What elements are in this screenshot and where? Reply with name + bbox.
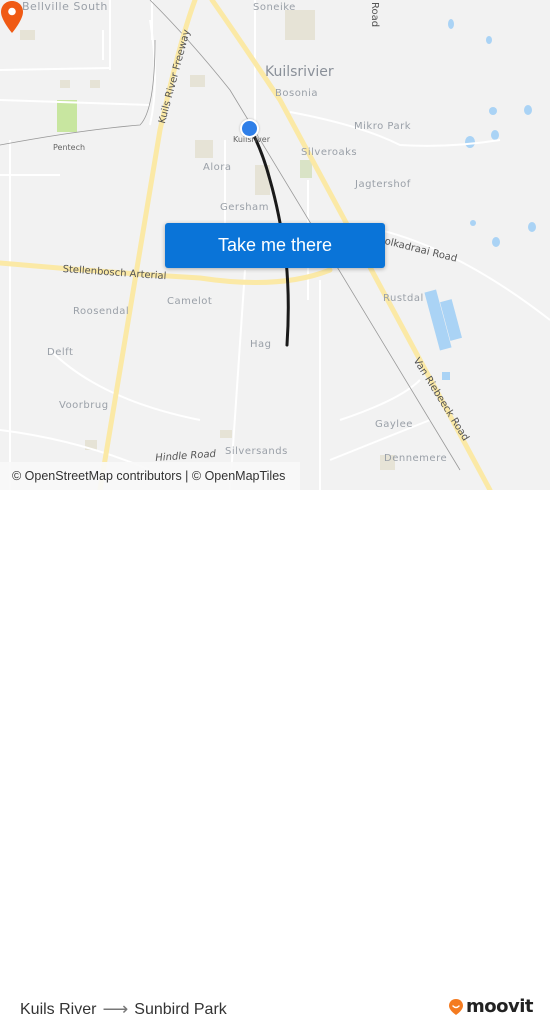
place-label: Mikro Park	[354, 121, 411, 132]
place-label: Roosendal	[73, 306, 130, 317]
take-me-there-button[interactable]: Take me there	[165, 223, 385, 268]
moovit-logo[interactable]: moovit	[448, 996, 534, 1017]
place-label: Bellville South	[22, 0, 108, 13]
moovit-brand-text: moovit	[466, 996, 534, 1017]
place-label: Camelot	[167, 296, 213, 307]
place-label: Bosonia	[275, 88, 319, 99]
place-label: Kuilsrivier	[265, 64, 334, 80]
place-label: Jagtershof	[355, 179, 411, 190]
place-label: Alora	[203, 162, 232, 173]
map-attribution[interactable]: © OpenStreetMap contributors | © OpenMap…	[0, 462, 300, 490]
arrow-right-icon: ⟶	[102, 999, 129, 1019]
road-label: Road	[369, 2, 380, 28]
moovit-pin-icon	[449, 998, 463, 1015]
place-label: Silveroaks	[301, 147, 358, 158]
place-label: Delft	[47, 347, 74, 358]
origin-marker[interactable]	[240, 119, 259, 138]
place-label: Gersham	[220, 202, 269, 213]
origin-name: Kuils River	[20, 1000, 97, 1018]
footer: Kuils River ⟶ Sunbird Park moovit	[0, 490, 550, 1019]
place-label: Rustdal	[383, 293, 424, 304]
place-label: Dennemere	[384, 453, 448, 464]
place-label: Silversands	[225, 446, 288, 457]
place-label: Hag	[250, 339, 272, 350]
place-label: Pentech	[53, 143, 86, 152]
destination-name: Sunbird Park	[134, 1000, 227, 1018]
place-label: Gaylee	[375, 419, 413, 430]
map-view[interactable]: Bellville South Soneike Kuilsrivier Boso…	[0, 0, 550, 490]
place-label: Voorbrug	[59, 400, 109, 411]
place-label: Soneike	[253, 2, 296, 13]
park-area	[57, 100, 77, 132]
destination-pin-icon[interactable]	[0, 0, 24, 34]
route-title: Kuils River ⟶ Sunbird Park	[20, 999, 227, 1020]
attribution-text[interactable]: © OpenStreetMap contributors | © OpenMap…	[12, 469, 285, 483]
